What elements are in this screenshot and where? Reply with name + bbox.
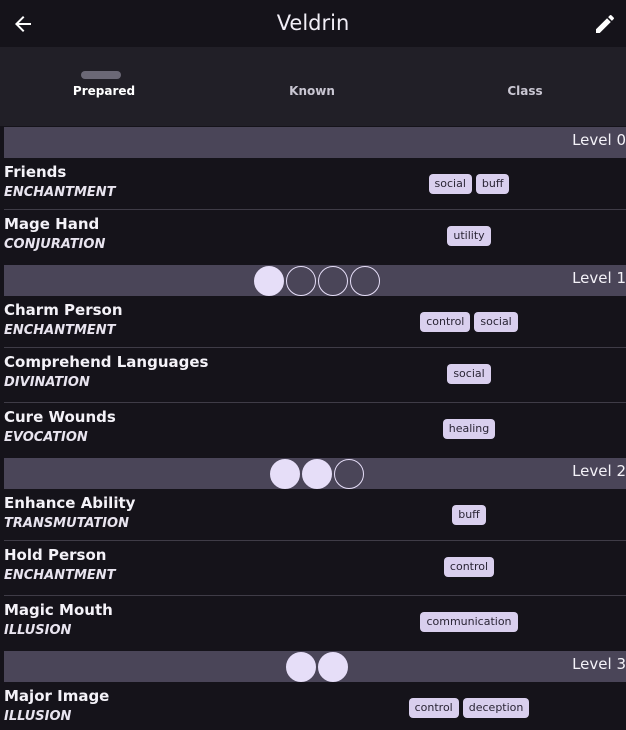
- level-label: Level 3: [572, 655, 626, 673]
- spell-tags: control deception: [364, 698, 574, 718]
- spell-school: ENCHANTMENT: [4, 323, 116, 338]
- level-header: Level 1: [4, 265, 626, 296]
- tab-class[interactable]: Class: [421, 47, 626, 126]
- active-tab-indicator: [81, 71, 121, 79]
- spell-slot-used[interactable]: [286, 651, 316, 682]
- spell-row[interactable]: Cure Wounds EVOCATION healing: [0, 403, 626, 458]
- tag-chip: social: [474, 312, 518, 332]
- spell-slots: [4, 127, 626, 158]
- spell-tags: social buff: [364, 174, 574, 194]
- spell-tags: control social: [364, 312, 574, 332]
- spell-slot-available[interactable]: [286, 265, 316, 296]
- tag-chip: buff: [452, 505, 486, 525]
- level-label: Level 0: [572, 131, 626, 149]
- spell-slot-available[interactable]: [318, 265, 348, 296]
- spell-name: Major Image: [4, 687, 110, 705]
- spell-tags: buff: [364, 505, 574, 525]
- spell-slots: [4, 458, 626, 489]
- spell-school: ENCHANTMENT: [4, 568, 116, 583]
- tab-label: Class: [507, 84, 543, 98]
- tag-chip: social: [447, 364, 491, 384]
- tab-known[interactable]: Known: [208, 47, 416, 126]
- spell-row[interactable]: Hold Person ENCHANTMENT control: [0, 541, 626, 596]
- level-label: Level 2: [572, 462, 626, 480]
- tab-label: Prepared: [72, 84, 136, 98]
- spell-tags: communication: [364, 612, 574, 632]
- spell-name: Charm Person: [4, 301, 123, 319]
- tag-chip: social: [428, 174, 472, 194]
- level-header: Level 0: [4, 127, 626, 158]
- tag-chip: buff: [475, 174, 510, 194]
- spell-row[interactable]: Enhance Ability TRANSMUTATION buff: [0, 489, 626, 541]
- spell-school: TRANSMUTATION: [4, 516, 129, 531]
- tag-chip: control: [420, 312, 471, 332]
- level-label: Level 1: [572, 269, 626, 287]
- tab-label: Known: [289, 84, 335, 98]
- level-header: Level 2: [4, 458, 626, 489]
- spell-row[interactable]: Friends ENCHANTMENT social buff: [0, 158, 626, 210]
- tag-chip: communication: [420, 612, 518, 632]
- tab-bar: Prepared Known Class: [0, 47, 626, 126]
- level-header: Level 3: [4, 651, 626, 682]
- spell-slot-used[interactable]: [302, 458, 332, 489]
- spell-name: Comprehend Languages: [4, 353, 209, 371]
- spell-school: EVOCATION: [4, 430, 88, 445]
- pencil-icon[interactable]: [593, 12, 617, 36]
- spell-row[interactable]: Charm Person ENCHANTMENT control social: [0, 296, 626, 348]
- spell-tags: utility: [364, 226, 574, 246]
- spell-row[interactable]: Magic Mouth ILLUSION communication: [0, 596, 626, 651]
- spell-tags: healing: [364, 419, 574, 439]
- spell-tags: social: [364, 364, 574, 384]
- tag-chip: utility: [447, 226, 491, 246]
- tag-chip: control: [443, 557, 495, 577]
- spell-name: Magic Mouth: [4, 601, 113, 619]
- spell-row[interactable]: Mage Hand CONJURATION utility: [0, 210, 626, 265]
- spell-row[interactable]: Major Image ILLUSION control deception: [0, 682, 626, 730]
- spell-school: ILLUSION: [4, 623, 72, 638]
- spell-list: Level 0 Friends ENCHANTMENT social buff Mage …: [0, 127, 626, 730]
- spell-row[interactable]: Comprehend Languages DIVINATION social: [0, 348, 626, 403]
- spell-slot-used[interactable]: [270, 458, 300, 489]
- spell-name: Friends: [4, 163, 67, 181]
- spell-slot-used[interactable]: [318, 651, 348, 682]
- spell-slot-available[interactable]: [334, 458, 364, 489]
- spell-name: Cure Wounds: [4, 408, 116, 426]
- spell-name: Enhance Ability: [4, 494, 136, 512]
- spell-slots: [4, 265, 626, 296]
- spell-slot-available[interactable]: [350, 265, 380, 296]
- spell-slots: [4, 651, 626, 682]
- tab-prepared[interactable]: Prepared: [0, 47, 208, 126]
- spell-school: ILLUSION: [4, 709, 72, 724]
- page-title: Veldrin: [276, 11, 350, 35]
- spell-school: ENCHANTMENT: [4, 185, 116, 200]
- tag-chip: control: [408, 698, 459, 718]
- spell-name: Hold Person: [4, 546, 107, 564]
- spell-name: Mage Hand: [4, 215, 100, 233]
- spell-slot-used[interactable]: [254, 265, 284, 296]
- spell-school: DIVINATION: [4, 375, 90, 390]
- app-bar: Veldrin: [0, 0, 626, 47]
- spell-school: CONJURATION: [4, 237, 106, 252]
- spell-tags: control: [364, 557, 574, 577]
- tag-chip: deception: [462, 698, 530, 718]
- tag-chip: healing: [442, 419, 496, 439]
